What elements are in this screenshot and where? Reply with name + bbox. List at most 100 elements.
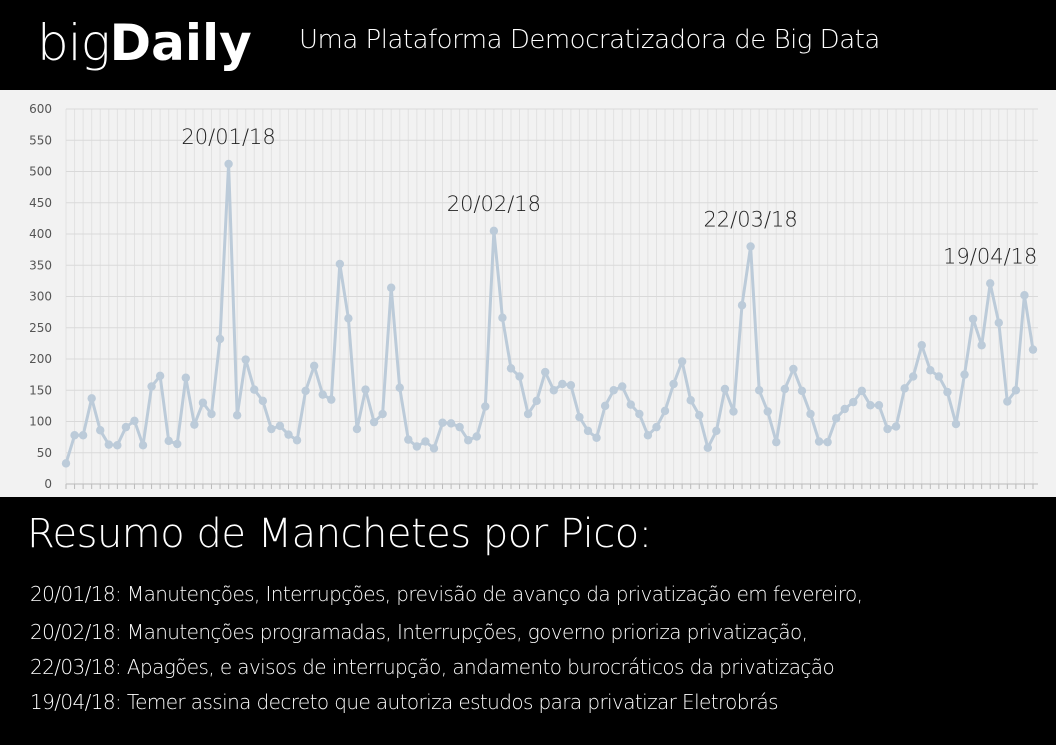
data-point	[720, 384, 730, 394]
data-point	[198, 398, 208, 407]
data-point	[840, 404, 849, 414]
data-point	[258, 396, 268, 406]
data-point	[943, 387, 952, 397]
data-point	[926, 366, 935, 375]
data-point	[327, 395, 336, 404]
summary-section: Resumo de Manchetes por Pico: 20/01/18: …	[0, 497, 1056, 745]
y-tick-label: 400	[29, 227, 52, 241]
data-point	[481, 402, 490, 411]
data-point	[874, 401, 884, 410]
data-point	[173, 439, 182, 449]
data-point	[866, 401, 875, 410]
brand-light-text: big	[37, 14, 111, 72]
data-point	[643, 431, 653, 440]
data-point	[917, 341, 926, 350]
data-point	[121, 422, 131, 432]
peak-annotation-3: 22/03/18	[703, 208, 797, 232]
data-point	[147, 382, 156, 391]
data-point	[780, 384, 790, 394]
data-point	[378, 409, 387, 419]
data-point	[181, 373, 191, 382]
data-point	[190, 420, 199, 429]
data-point	[549, 386, 558, 395]
data-point	[232, 411, 242, 420]
data-point	[652, 422, 661, 432]
data-point	[104, 440, 113, 449]
data-point	[361, 385, 370, 394]
data-point	[404, 435, 413, 444]
data-point	[421, 437, 430, 446]
data-point	[592, 433, 601, 442]
summary-title: Resumo de Manchetes por Pico:	[27, 511, 652, 557]
y-tick-label: 150	[29, 383, 52, 397]
data-point	[489, 226, 499, 236]
y-tick-label: 0	[44, 477, 52, 491]
data-point	[891, 422, 901, 431]
data-point	[686, 396, 695, 405]
data-point	[772, 437, 781, 447]
data-point	[960, 370, 969, 379]
data-point	[823, 437, 832, 447]
y-tick-label: 500	[29, 165, 52, 179]
header-bar: bigDaily Uma Plataforma Democratizadora …	[0, 0, 1056, 90]
data-point	[506, 364, 516, 373]
data-point	[395, 383, 404, 392]
data-point	[695, 411, 704, 420]
y-tick-label: 300	[29, 290, 52, 304]
y-tick-label: 450	[29, 196, 52, 210]
data-point	[335, 259, 345, 269]
data-point	[883, 424, 892, 434]
data-point	[1011, 386, 1021, 395]
data-point	[78, 431, 88, 440]
tagline: Uma Plataforma Democratizadora de Big Da…	[299, 25, 880, 55]
peak-annotation-4: 19/04/18	[943, 244, 1037, 268]
data-point	[215, 334, 225, 344]
data-point	[635, 409, 644, 419]
data-point	[267, 424, 276, 434]
data-point	[703, 443, 713, 452]
summary-line-3: 22/03/18: Apagões, e avisos de interrupç…	[30, 655, 835, 679]
data-point	[318, 390, 327, 399]
data-point	[977, 341, 986, 350]
data-point	[87, 394, 96, 403]
data-point	[618, 382, 627, 391]
data-point	[515, 372, 524, 381]
data-point	[532, 396, 541, 406]
data-point	[583, 426, 593, 436]
data-point	[523, 409, 533, 419]
data-point	[464, 436, 473, 445]
data-point	[207, 409, 216, 419]
data-point	[1028, 345, 1038, 354]
y-tick-label: 250	[29, 321, 52, 335]
data-point	[250, 385, 259, 394]
data-point	[934, 372, 944, 381]
brand-bold-text: Daily	[109, 14, 252, 72]
brand-logo: bigDaily	[37, 8, 252, 78]
data-point	[541, 367, 550, 377]
data-point	[908, 372, 918, 381]
data-point	[352, 424, 362, 434]
data-point	[737, 301, 747, 310]
data-point	[386, 283, 396, 292]
data-point	[677, 357, 687, 366]
data-point	[857, 386, 867, 396]
data-point	[754, 386, 764, 395]
data-point	[566, 381, 576, 390]
data-point	[344, 314, 353, 323]
data-point	[1020, 291, 1029, 300]
data-point	[284, 430, 293, 439]
summary-line-1: 20/01/18: Manutenções, Interrupções, pre…	[30, 582, 863, 606]
peak-annotation-2: 20/02/18	[447, 192, 541, 216]
data-point	[61, 459, 71, 468]
data-point	[968, 314, 978, 324]
data-point	[900, 384, 909, 393]
data-point	[763, 407, 772, 416]
data-point	[1003, 397, 1012, 406]
summary-line-2: 20/02/18: Manutenções programadas, Inter…	[30, 620, 808, 644]
y-tick-label: 200	[29, 352, 52, 366]
data-point	[164, 436, 173, 446]
data-point	[412, 442, 422, 451]
y-tick-label: 600	[29, 102, 52, 116]
data-point	[600, 401, 610, 411]
data-point	[831, 414, 841, 423]
